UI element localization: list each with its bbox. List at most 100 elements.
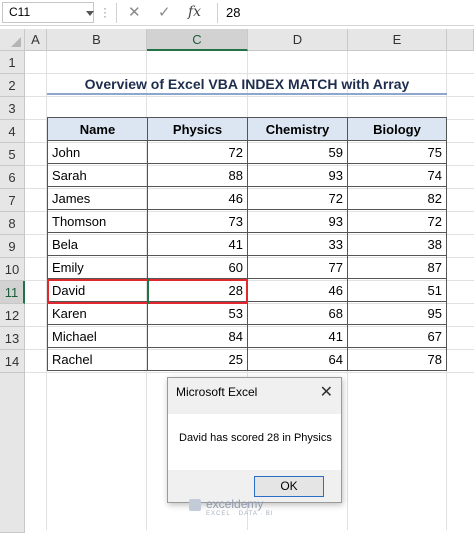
- ok-button[interactable]: OK: [254, 476, 324, 497]
- score-cell[interactable]: 41: [247, 324, 348, 348]
- column-header-c[interactable]: C: [147, 29, 248, 51]
- more-options-icon: · · ·: [103, 1, 107, 23]
- score-cell[interactable]: 41: [147, 232, 248, 256]
- name-cell[interactable]: Rachel: [47, 347, 148, 371]
- score-cell[interactable]: 88: [147, 163, 248, 187]
- score-cell[interactable]: 53: [147, 301, 248, 325]
- watermark-tagline: EXCEL · DATA · BI: [206, 511, 274, 517]
- formula-bar: C11 · · · ✕ ✓ fx 28: [0, 0, 474, 26]
- row-header-14[interactable]: 14: [0, 350, 25, 373]
- score-cell[interactable]: 51: [347, 278, 447, 302]
- name-cell[interactable]: David: [47, 278, 148, 302]
- score-cell[interactable]: 87: [347, 255, 447, 279]
- score-cell[interactable]: 46: [147, 186, 248, 210]
- row-header-13[interactable]: 13: [0, 327, 25, 350]
- score-cell[interactable]: 28: [147, 278, 248, 302]
- column-header-b[interactable]: B: [47, 29, 147, 51]
- score-cell[interactable]: 60: [147, 255, 248, 279]
- table-row: Rachel 25 64 78: [47, 347, 447, 371]
- row-header-12[interactable]: 12: [0, 304, 25, 327]
- divider: [217, 3, 218, 23]
- dialog-message: David has scored 28 in Physics: [179, 432, 332, 444]
- exceldemy-logo-icon: [189, 499, 201, 511]
- table-row: Bela 41 33 38: [47, 232, 447, 256]
- row-header-5[interactable]: 5: [0, 143, 25, 166]
- score-cell[interactable]: 33: [247, 232, 348, 256]
- score-cell[interactable]: 72: [147, 140, 248, 164]
- name-cell[interactable]: John: [47, 140, 148, 164]
- gridline: [25, 372, 474, 373]
- score-cell[interactable]: 93: [247, 163, 348, 187]
- select-all-triangle-icon: [11, 37, 21, 47]
- enter-icon[interactable]: ✓: [158, 3, 171, 23]
- column-header-a[interactable]: A: [25, 29, 47, 51]
- score-cell[interactable]: 75: [347, 140, 447, 164]
- score-cell[interactable]: 25: [147, 347, 248, 371]
- score-cell[interactable]: 74: [347, 163, 447, 187]
- row-header-7[interactable]: 7: [0, 189, 25, 212]
- name-cell[interactable]: Karen: [47, 301, 148, 325]
- dialog-body: David has scored 28 in Physics: [168, 414, 341, 470]
- score-cell[interactable]: 95: [347, 301, 447, 325]
- table-row: John 72 59 75: [47, 140, 447, 164]
- sheet-title[interactable]: Overview of Excel VBA INDEX MATCH with A…: [47, 73, 447, 95]
- score-cell[interactable]: 59: [247, 140, 348, 164]
- name-cell[interactable]: Emily: [47, 255, 148, 279]
- score-cell[interactable]: 72: [347, 209, 447, 233]
- score-cell[interactable]: 67: [347, 324, 447, 348]
- column-header-e[interactable]: E: [348, 29, 447, 51]
- formula-input[interactable]: 28: [226, 2, 240, 23]
- score-cell[interactable]: 73: [147, 209, 248, 233]
- score-cell[interactable]: 77: [247, 255, 348, 279]
- row-header-9[interactable]: 9: [0, 235, 25, 258]
- header-biology[interactable]: Biology: [347, 117, 447, 141]
- score-cell[interactable]: 46: [247, 278, 348, 302]
- divider: [116, 3, 117, 23]
- table-row: Karen 53 68 95: [47, 301, 447, 325]
- chevron-down-icon[interactable]: [86, 11, 94, 16]
- score-cell[interactable]: 82: [347, 186, 447, 210]
- name-cell[interactable]: Sarah: [47, 163, 148, 187]
- row-header-2[interactable]: 2: [0, 74, 25, 97]
- row-header-10[interactable]: 10: [0, 258, 25, 281]
- gridline: [25, 96, 474, 97]
- message-box: Microsoft Excel ✕ David has scored 28 in…: [167, 377, 342, 503]
- name-box-value: C11: [9, 5, 31, 19]
- column-header-f[interactable]: [447, 29, 474, 51]
- score-cell[interactable]: 93: [247, 209, 348, 233]
- name-cell[interactable]: Thomson: [47, 209, 148, 233]
- name-cell[interactable]: Bela: [47, 232, 148, 256]
- dialog-title: Microsoft Excel: [176, 385, 258, 399]
- score-cell[interactable]: 72: [247, 186, 348, 210]
- score-cell[interactable]: 78: [347, 347, 447, 371]
- name-cell[interactable]: James: [47, 186, 148, 210]
- row-header-filler: [0, 373, 25, 533]
- row-header-3[interactable]: 3: [0, 97, 25, 120]
- header-name[interactable]: Name: [47, 117, 148, 141]
- column-header-d[interactable]: D: [248, 29, 348, 51]
- header-chemistry[interactable]: Chemistry: [247, 117, 348, 141]
- name-cell[interactable]: Michael: [47, 324, 148, 348]
- close-icon[interactable]: ✕: [320, 382, 333, 402]
- table-row: Michael 84 41 67: [47, 324, 447, 348]
- table-row: Thomson 73 93 72: [47, 209, 447, 233]
- row-header-11[interactable]: 11: [0, 281, 25, 304]
- table-row: Emily 60 77 87: [47, 255, 447, 279]
- name-box[interactable]: C11: [2, 2, 94, 23]
- cancel-icon[interactable]: ✕: [128, 3, 141, 23]
- watermark-brand: exceldemy: [206, 497, 264, 511]
- row-header-4[interactable]: 4: [0, 120, 25, 143]
- score-cell[interactable]: 84: [147, 324, 248, 348]
- score-cell[interactable]: 68: [247, 301, 348, 325]
- header-physics[interactable]: Physics: [147, 117, 248, 141]
- select-all-button[interactable]: [0, 29, 25, 51]
- row-header-6[interactable]: 6: [0, 166, 25, 189]
- table-header-row: Name Physics Chemistry Biology: [47, 117, 447, 141]
- scores-table: Name Physics Chemistry Biology John 72 59 7…: [47, 117, 447, 371]
- score-cell[interactable]: 38: [347, 232, 447, 256]
- row-header-8[interactable]: 8: [0, 212, 25, 235]
- score-cell[interactable]: 64: [247, 347, 348, 371]
- insert-function-icon[interactable]: fx: [188, 2, 201, 22]
- table-row: Sarah 88 93 74: [47, 163, 447, 187]
- row-header-1[interactable]: 1: [0, 51, 25, 74]
